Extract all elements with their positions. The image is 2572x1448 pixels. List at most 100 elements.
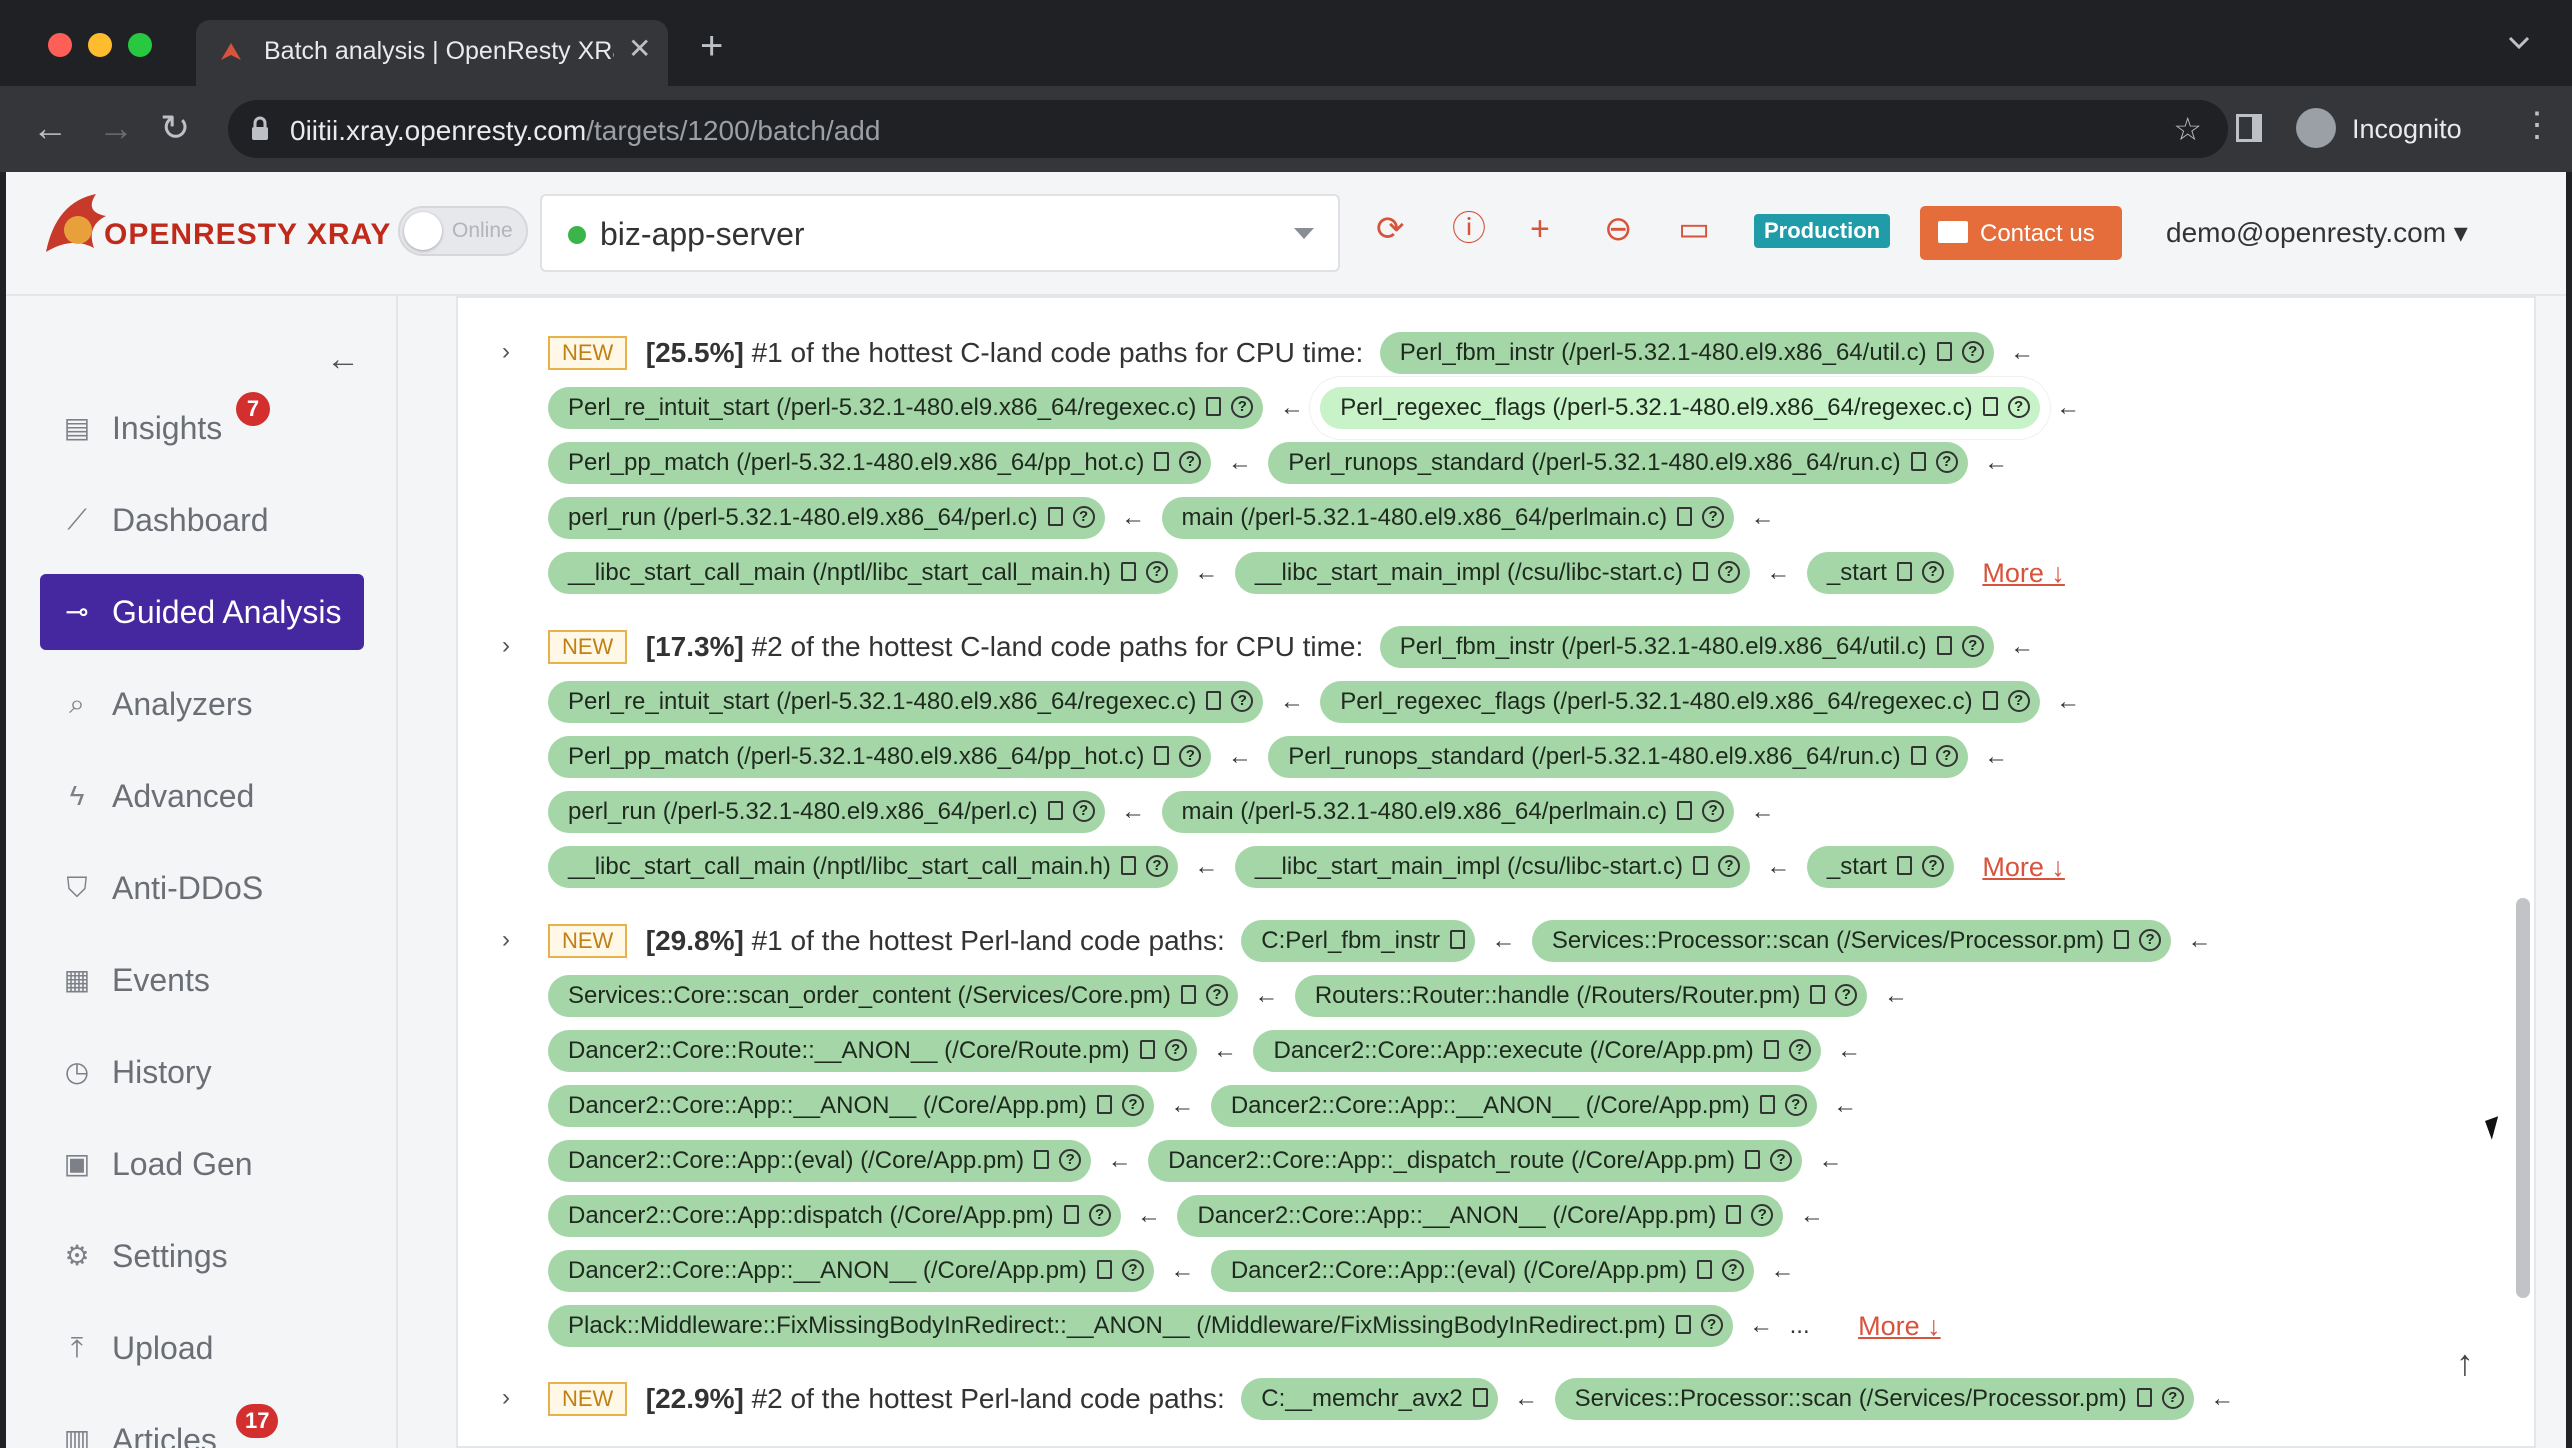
frame-pill[interactable]: Perl_fbm_instr (/perl-5.32.1-480.el9.x86… — [1379, 332, 1994, 374]
help-icon[interactable]: ? — [1702, 799, 1725, 822]
copy-icon[interactable] — [1726, 1205, 1742, 1225]
frame-pill[interactable]: Services::Core::scan_order_content (/Ser… — [548, 975, 1238, 1017]
help-icon[interactable]: ? — [1231, 689, 1254, 712]
browser-menu-icon[interactable]: ⋮ — [2520, 108, 2554, 142]
copy-icon[interactable] — [1745, 1150, 1761, 1170]
help-icon[interactable]: ? — [1722, 1258, 1744, 1281]
copy-icon[interactable] — [1810, 985, 1826, 1005]
copy-icon[interactable] — [1677, 507, 1693, 527]
expand-entry-4-icon[interactable]: › — [502, 1384, 510, 1412]
help-icon[interactable]: ? — [2139, 928, 2162, 951]
frame-pill-highlighted[interactable]: Perl_regexec_flags (/perl-5.32.1-480.el9… — [1320, 387, 2040, 429]
frame-pill[interactable]: Perl_re_intuit_start (/perl-5.32.1-480.e… — [548, 387, 1264, 429]
help-icon[interactable]: ? — [1179, 744, 1202, 767]
sidebar-item-articles[interactable]: ▥ Articles 17 — [40, 1402, 364, 1448]
copy-icon[interactable] — [1896, 562, 1912, 582]
sidebar-item-anti-ddos[interactable]: ⛉ Anti-DDoS — [40, 850, 364, 926]
sidebar-item-events[interactable]: ▦ Events — [40, 942, 364, 1018]
expand-entry-3-icon[interactable]: › — [502, 926, 510, 954]
online-toggle[interactable]: Online — [398, 206, 528, 256]
content-scrollbar[interactable] — [2516, 898, 2530, 1298]
help-icon[interactable]: ? — [1145, 854, 1168, 877]
frame-pill[interactable]: perl_run (/perl-5.32.1-480.el9.x86_64/pe… — [548, 497, 1105, 539]
window-maximize-button[interactable] — [128, 33, 152, 57]
copy-icon[interactable] — [1096, 1260, 1112, 1280]
user-menu[interactable]: demo@openresty.com ▾ — [2166, 216, 2468, 249]
frame-pill[interactable]: Dancer2::Core::App::_dispatch_route (/Co… — [1148, 1140, 1803, 1182]
remove-icon[interactable]: ⊖ — [1604, 212, 1633, 246]
help-icon[interactable]: ? — [1921, 854, 1944, 877]
sidebar-item-advanced[interactable]: ϟ Advanced — [40, 758, 364, 834]
copy-icon[interactable] — [1450, 930, 1465, 950]
profile-label[interactable]: Incognito — [2352, 114, 2462, 145]
back-arrow-icon[interactable]: ← — [32, 110, 68, 146]
sidebar-item-analyzers[interactable]: ⌕ Analyzers — [40, 666, 364, 742]
copy-icon[interactable] — [1180, 985, 1196, 1005]
frame-pill[interactable]: Perl_re_intuit_start (/perl-5.32.1-480.e… — [548, 681, 1264, 723]
forward-arrow-icon[interactable]: → — [98, 110, 134, 146]
help-icon[interactable]: ? — [1072, 799, 1095, 822]
sidebar-item-settings[interactable]: ⚙ Settings — [40, 1218, 364, 1294]
frame-pill[interactable]: Perl_regexec_flags (/perl-5.32.1-480.el9… — [1320, 681, 2040, 723]
frame-pill[interactable]: main (/perl-5.32.1-480.el9.x86_64/perlma… — [1161, 497, 1735, 539]
frame-pill[interactable]: Dancer2::Core::App::__ANON__ (/Core/App.… — [548, 1085, 1154, 1127]
frame-pill[interactable]: __libc_start_main_impl (/csu/libc-start.… — [1234, 552, 1750, 594]
copy-icon[interactable] — [1206, 397, 1222, 417]
frame-pill[interactable]: Dancer2::Core::App::execute (/Core/App.p… — [1253, 1030, 1821, 1072]
copy-icon[interactable] — [1692, 562, 1708, 582]
help-icon[interactable]: ? — [2007, 395, 2030, 418]
expand-entry-1-icon[interactable]: › — [502, 338, 510, 366]
window-close-button[interactable] — [48, 33, 72, 57]
window-settings-icon[interactable]: ▭ — [1678, 212, 1710, 246]
help-icon[interactable]: ? — [1072, 505, 1095, 528]
copy-icon[interactable] — [2114, 930, 2130, 950]
frame-pill[interactable]: Perl_runops_standard (/perl-5.32.1-480.e… — [1268, 442, 1968, 484]
copy-icon[interactable] — [1047, 507, 1063, 527]
reload-icon[interactable]: ↻ — [160, 110, 190, 146]
frame-pill[interactable]: Plack::Middleware::FixMissingBodyInRedir… — [548, 1305, 1733, 1347]
help-icon[interactable]: ? — [1121, 1258, 1144, 1281]
contact-us-button[interactable]: Contact us — [1920, 206, 2122, 260]
frame-pill[interactable]: C:Perl_fbm_instr — [1241, 920, 1475, 962]
help-icon[interactable]: ? — [1717, 854, 1740, 877]
copy-icon[interactable] — [1896, 856, 1912, 876]
more-link[interactable]: More ↓ — [1858, 1311, 1941, 1342]
copy-icon[interactable] — [1120, 562, 1136, 582]
copy-icon[interactable] — [1154, 746, 1170, 766]
help-icon[interactable]: ? — [1121, 1093, 1144, 1116]
copy-icon[interactable] — [1063, 1205, 1079, 1225]
copy-icon[interactable] — [1677, 801, 1693, 821]
help-icon[interactable]: ? — [1700, 1313, 1723, 1336]
add-icon[interactable]: + — [1530, 212, 1550, 246]
frame-pill[interactable]: perl_run (/perl-5.32.1-480.el9.x86_64/pe… — [548, 791, 1105, 833]
frame-pill[interactable]: main (/perl-5.32.1-480.el9.x86_64/perlma… — [1161, 791, 1735, 833]
help-icon[interactable]: ? — [1231, 395, 1254, 418]
address-bar[interactable]: 0iitii.xray.openresty.com/targets/1200/b… — [228, 100, 2228, 158]
frame-pill[interactable]: Perl_pp_match (/perl-5.32.1-480.el9.x86_… — [548, 736, 1212, 778]
more-link[interactable]: More ↓ — [1982, 558, 2065, 589]
help-icon[interactable]: ? — [1921, 560, 1944, 583]
frame-pill[interactable]: Dancer2::Core::App::__ANON__ (/Core/App.… — [548, 1250, 1154, 1292]
server-select[interactable]: biz-app-server — [540, 194, 1340, 272]
more-link[interactable]: More ↓ — [1982, 852, 2065, 883]
frame-pill[interactable]: Services::Processor::scan (/Services/Pro… — [1554, 1378, 2194, 1420]
help-icon[interactable]: ? — [1751, 1203, 1774, 1226]
frame-pill[interactable]: _start? — [1806, 552, 1954, 594]
copy-icon[interactable] — [1154, 452, 1170, 472]
frame-pill[interactable]: Perl_pp_match (/perl-5.32.1-480.el9.x86_… — [548, 442, 1212, 484]
copy-icon[interactable] — [1982, 397, 1998, 417]
frame-pill[interactable]: __libc_start_call_main (/nptl/libc_start… — [548, 552, 1178, 594]
frame-pill[interactable]: Dancer2::Core::Route::__ANON__ (/Core/Ro… — [548, 1030, 1197, 1072]
copy-icon[interactable] — [1759, 1095, 1775, 1115]
copy-icon[interactable] — [1697, 1260, 1712, 1280]
sidebar-item-guided-analysis[interactable]: ⊸ Guided Analysis — [40, 574, 364, 650]
copy-icon[interactable] — [1034, 1150, 1050, 1170]
help-icon[interactable]: ? — [1088, 1203, 1111, 1226]
copy-icon[interactable] — [1910, 452, 1926, 472]
expand-entry-2-icon[interactable]: › — [502, 632, 510, 660]
copy-icon[interactable] — [1206, 691, 1222, 711]
copy-icon[interactable] — [1096, 1095, 1112, 1115]
side-panel-icon[interactable] — [2236, 114, 2262, 142]
sidebar-item-load-gen[interactable]: ▣ Load Gen — [40, 1126, 364, 1202]
help-icon[interactable]: ? — [2007, 689, 2030, 712]
